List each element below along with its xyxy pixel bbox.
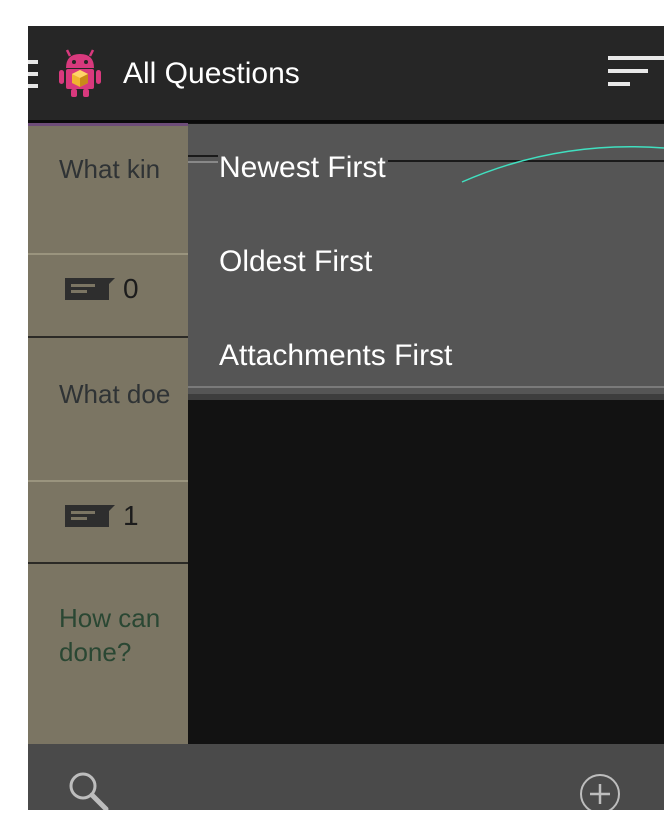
gesture-trace-line	[461, 146, 664, 183]
comment-count-row: 1	[65, 500, 165, 531]
divider	[28, 253, 188, 255]
list-item[interactable]: What kin 0	[28, 123, 188, 338]
comment-icon	[65, 505, 115, 527]
action-bar: All Questions	[28, 26, 664, 120]
add-circle-icon[interactable]	[578, 772, 622, 810]
menu-shadow	[188, 394, 664, 400]
question-title-line2: done?	[59, 637, 132, 667]
comment-count: 1	[123, 500, 139, 531]
menu-item-newest-first[interactable]: Newest First	[219, 148, 386, 188]
list-item[interactable]: What doe 1	[28, 338, 188, 564]
search-icon[interactable]	[66, 769, 112, 810]
sort-icon[interactable]	[608, 56, 664, 90]
question-title: What doe	[59, 379, 171, 409]
sort-popup-menu: Newest First Oldest First Attachments Fi…	[188, 124, 664, 394]
menu-item-oldest-first[interactable]: Oldest First	[219, 242, 372, 282]
page-title: All Questions	[123, 57, 300, 90]
drawer-menu-icon[interactable]	[28, 60, 38, 88]
list-item[interactable]: How can done?	[28, 564, 188, 744]
menu-item-attachments-first[interactable]: Attachments First	[219, 336, 452, 376]
app-window: All Questions What kin 0 What doe 1 How …	[28, 26, 664, 810]
comment-count-row: 0	[65, 273, 165, 304]
question-title-line1: How can	[59, 603, 161, 633]
divider	[28, 480, 188, 482]
question-title: What kin	[59, 154, 161, 184]
render-artifact-line	[188, 161, 218, 163]
render-artifact-line	[188, 155, 218, 157]
comment-count: 0	[123, 273, 139, 304]
comment-icon	[65, 278, 115, 300]
android-app-icon[interactable]	[58, 48, 102, 98]
bottom-bar	[28, 744, 664, 810]
render-artifact-line	[188, 386, 664, 388]
